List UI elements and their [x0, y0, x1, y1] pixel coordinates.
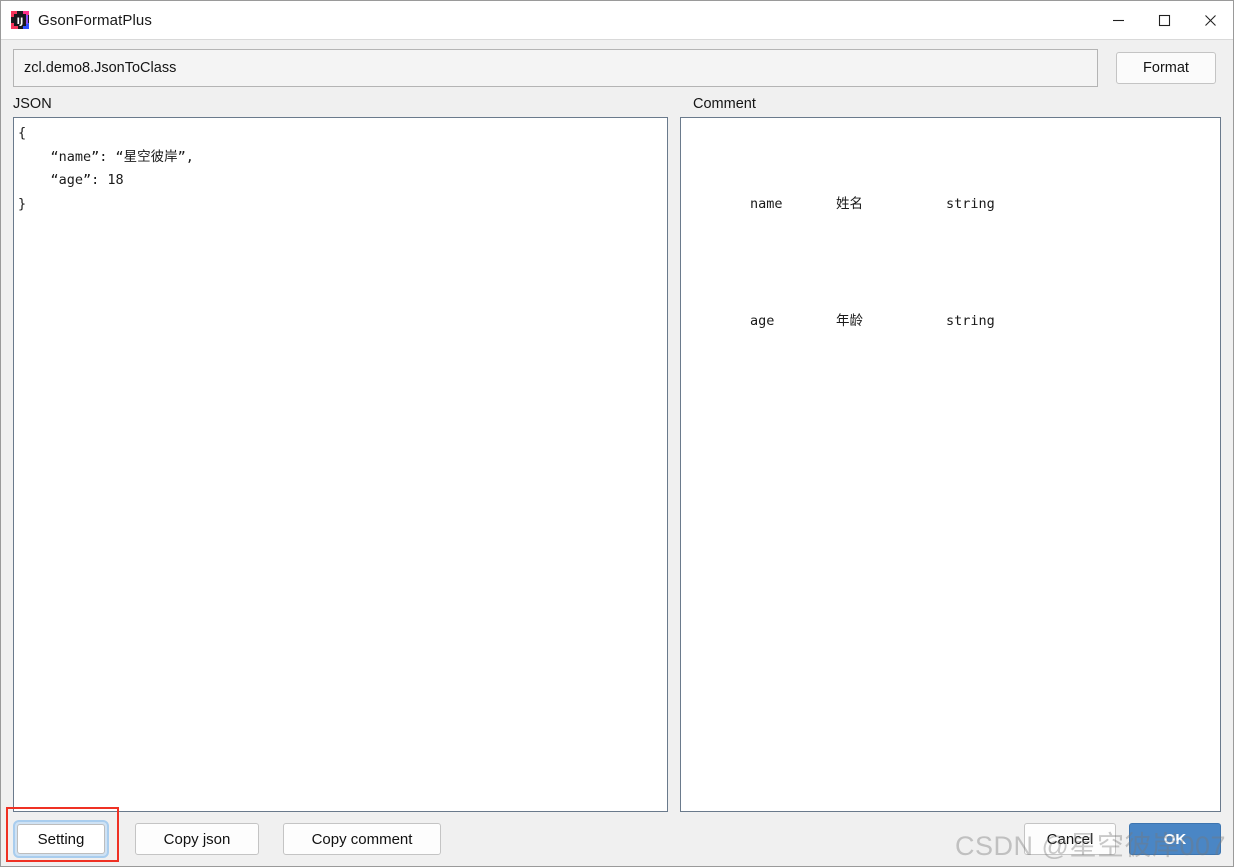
comment-row: age 年龄 string	[685, 287, 1220, 358]
minimize-icon[interactable]	[1095, 1, 1141, 39]
dialog-action-buttons: Cancel OK	[1024, 823, 1221, 855]
svg-text:IJ: IJ	[17, 17, 24, 27]
comment-row: name 姓名 string	[685, 169, 1220, 240]
comment-field-name: age	[750, 313, 775, 329]
ok-button[interactable]: OK	[1129, 823, 1221, 855]
comment-field-chinese: 年龄	[836, 313, 864, 329]
class-path-input[interactable]: zcl.demo8.JsonToClass	[13, 48, 1098, 87]
class-path-row: zcl.demo8.JsonToClass Format	[1, 40, 1233, 95]
setting-button-focus-ring: Setting	[13, 820, 109, 858]
close-icon[interactable]	[1187, 1, 1233, 39]
json-label-wrapper: JSON	[13, 95, 681, 117]
application-window: IJ GsonFormatPlus zcl.demo8.JsonToClass …	[0, 0, 1234, 867]
comment-panel-label: Comment	[693, 96, 756, 112]
format-button[interactable]: Format	[1116, 51, 1216, 84]
comment-field-chinese: 姓名	[836, 195, 864, 212]
cancel-button[interactable]: Cancel	[1024, 823, 1116, 855]
comment-field-type: string	[946, 313, 995, 329]
panel-labels-row: JSON Comment	[1, 95, 1233, 117]
window-title: GsonFormatPlus	[38, 11, 152, 29]
comment-label-wrapper: Comment	[693, 95, 756, 117]
json-panel-label: JSON	[13, 96, 52, 112]
copy-json-button[interactable]: Copy json	[135, 823, 259, 855]
comment-textarea[interactable]: name 姓名 string age 年龄 string	[680, 117, 1221, 812]
editors-area: { “name”: “星空彼岸”, “age”: 18 } name 姓名 stri…	[1, 117, 1233, 812]
comment-field-name: name	[750, 195, 783, 212]
title-bar: IJ GsonFormatPlus	[1, 1, 1233, 40]
json-textarea[interactable]: { “name”: “星空彼岸”, “age”: 18 }	[13, 117, 668, 812]
copy-comment-button[interactable]: Copy comment	[283, 823, 441, 855]
setting-button[interactable]: Setting	[17, 824, 105, 854]
bottom-button-bar: Setting Copy json Copy comment Cancel OK	[1, 812, 1233, 866]
maximize-icon[interactable]	[1141, 1, 1187, 39]
window-controls	[1095, 1, 1233, 39]
comment-field-type: string	[946, 195, 995, 212]
intellij-idea-icon: IJ	[11, 11, 29, 29]
